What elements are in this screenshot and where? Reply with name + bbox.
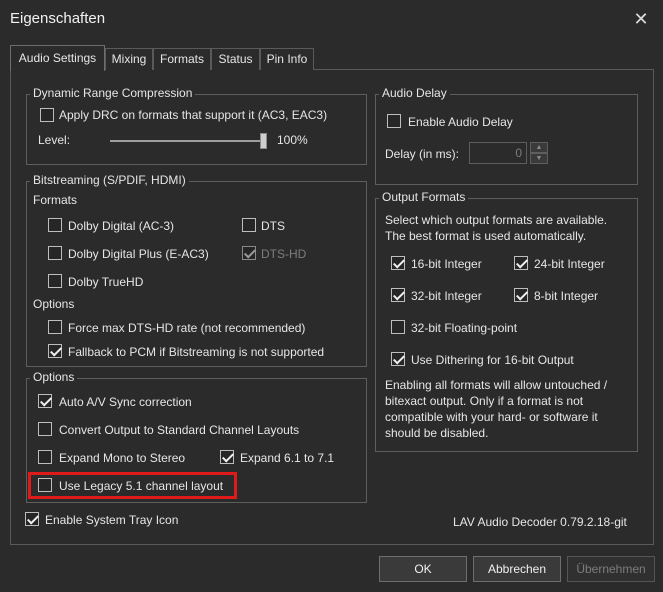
apply-button[interactable]: Übernehmen xyxy=(567,556,655,582)
auto-av-sync-label: Auto A/V Sync correction xyxy=(59,395,192,409)
output-formats-description-2: The best format is used automatically. xyxy=(385,229,587,243)
dolby-digital-plus-checkbox[interactable] xyxy=(48,246,62,260)
int8-checkbox[interactable] xyxy=(514,288,528,302)
ok-button[interactable]: OK xyxy=(379,556,467,582)
int16-checkbox[interactable] xyxy=(391,256,405,270)
dts-label: DTS xyxy=(261,219,285,233)
bitstreaming-group xyxy=(26,181,367,367)
delay-input[interactable]: 0 xyxy=(469,142,527,164)
level-slider-thumb[interactable] xyxy=(260,133,267,149)
int24-label: 24-bit Integer xyxy=(534,257,605,271)
window-title: Eigenschaften xyxy=(10,10,106,27)
output-note-2: bitexact output. Only if a format is not xyxy=(385,394,584,408)
level-label: Level: xyxy=(38,133,71,147)
apply-drc-checkbox[interactable] xyxy=(40,108,54,122)
level-slider-track[interactable] xyxy=(110,140,264,142)
output-formats-legend: Output Formats xyxy=(379,190,469,204)
output-note-1: Enabling all formats will allow untouche… xyxy=(385,378,608,392)
drc-legend: Dynamic Range Compression xyxy=(30,86,196,100)
output-note-4: should be disabled. xyxy=(385,426,489,440)
expand-61-checkbox[interactable] xyxy=(220,450,234,464)
output-note-3: compatible with your hard- or software i… xyxy=(385,410,598,424)
convert-output-label: Convert Output to Standard Channel Layou… xyxy=(59,423,300,437)
legacy-51-label: Use Legacy 5.1 channel layout xyxy=(59,479,224,493)
level-value: 100% xyxy=(277,133,308,147)
force-max-dtshd-label: Force max DTS-HD rate (not recommended) xyxy=(68,321,306,335)
apply-drc-label: Apply DRC on formats that support it (AC… xyxy=(59,108,328,122)
int24-checkbox[interactable] xyxy=(514,256,528,270)
enable-audio-delay-label: Enable Audio Delay xyxy=(408,115,513,129)
int8-label: 8-bit Integer xyxy=(534,289,599,303)
int32-label: 32-bit Integer xyxy=(411,289,482,303)
delay-down-icon[interactable]: ▼ xyxy=(530,153,548,164)
enable-audio-delay-checkbox[interactable] xyxy=(387,114,401,128)
system-tray-label: Enable System Tray Icon xyxy=(45,513,179,527)
cancel-button[interactable]: Abbrechen xyxy=(473,556,561,582)
dts-hd-checkbox xyxy=(242,246,256,260)
dolby-digital-plus-label: Dolby Digital Plus (E-AC3) xyxy=(68,247,209,261)
tab-pin-info[interactable]: Pin Info xyxy=(260,48,314,70)
dolby-truehd-label: Dolby TrueHD xyxy=(68,275,144,289)
dithering-checkbox[interactable] xyxy=(391,352,405,366)
tab-audio-settings[interactable]: Audio Settings xyxy=(10,45,105,71)
dolby-digital-label: Dolby Digital (AC-3) xyxy=(68,219,175,233)
output-formats-description-1: Select which output formats are availabl… xyxy=(385,213,608,227)
dts-hd-label: DTS-HD xyxy=(261,247,307,261)
expand-mono-label: Expand Mono to Stereo xyxy=(59,451,186,465)
tab-status[interactable]: Status xyxy=(211,48,260,70)
dts-checkbox[interactable] xyxy=(242,218,256,232)
audio-delay-group xyxy=(375,94,638,185)
system-tray-checkbox[interactable] xyxy=(25,512,39,526)
fallback-pcm-label: Fallback to PCM if Bitstreaming is not s… xyxy=(68,345,325,359)
dolby-truehd-checkbox[interactable] xyxy=(48,274,62,288)
delay-label: Delay (in ms): xyxy=(385,147,460,161)
expand-mono-checkbox[interactable] xyxy=(38,450,52,464)
dolby-digital-checkbox[interactable] xyxy=(48,218,62,232)
tab-formats[interactable]: Formats xyxy=(153,48,211,70)
int16-label: 16-bit Integer xyxy=(411,257,482,271)
tab-mixing[interactable]: Mixing xyxy=(105,48,153,70)
int32-checkbox[interactable] xyxy=(391,288,405,302)
convert-output-checkbox[interactable] xyxy=(38,422,52,436)
drc-group xyxy=(26,94,367,165)
bitstreaming-legend: Bitstreaming (S/PDIF, HDMI) xyxy=(30,173,189,187)
float32-label: 32-bit Floating-point xyxy=(411,321,518,335)
audio-delay-legend: Audio Delay xyxy=(379,86,450,100)
fallback-pcm-checkbox[interactable] xyxy=(48,344,62,358)
legacy-51-checkbox[interactable] xyxy=(38,478,52,492)
float32-checkbox[interactable] xyxy=(391,320,405,334)
bitstreaming-options-heading: Options xyxy=(33,297,75,311)
version-label: LAV Audio Decoder 0.79.2.18-git xyxy=(453,515,627,529)
dithering-label: Use Dithering for 16-bit Output xyxy=(411,353,574,367)
close-icon[interactable]: ✕ xyxy=(628,6,654,32)
expand-61-label: Expand 6.1 to 7.1 xyxy=(240,451,335,465)
options-legend: Options xyxy=(30,370,78,384)
bitstreaming-formats-heading: Formats xyxy=(33,193,78,207)
auto-av-sync-checkbox[interactable] xyxy=(38,394,52,408)
force-max-dtshd-checkbox[interactable] xyxy=(48,320,62,334)
delay-up-icon[interactable]: ▲ xyxy=(530,142,548,153)
